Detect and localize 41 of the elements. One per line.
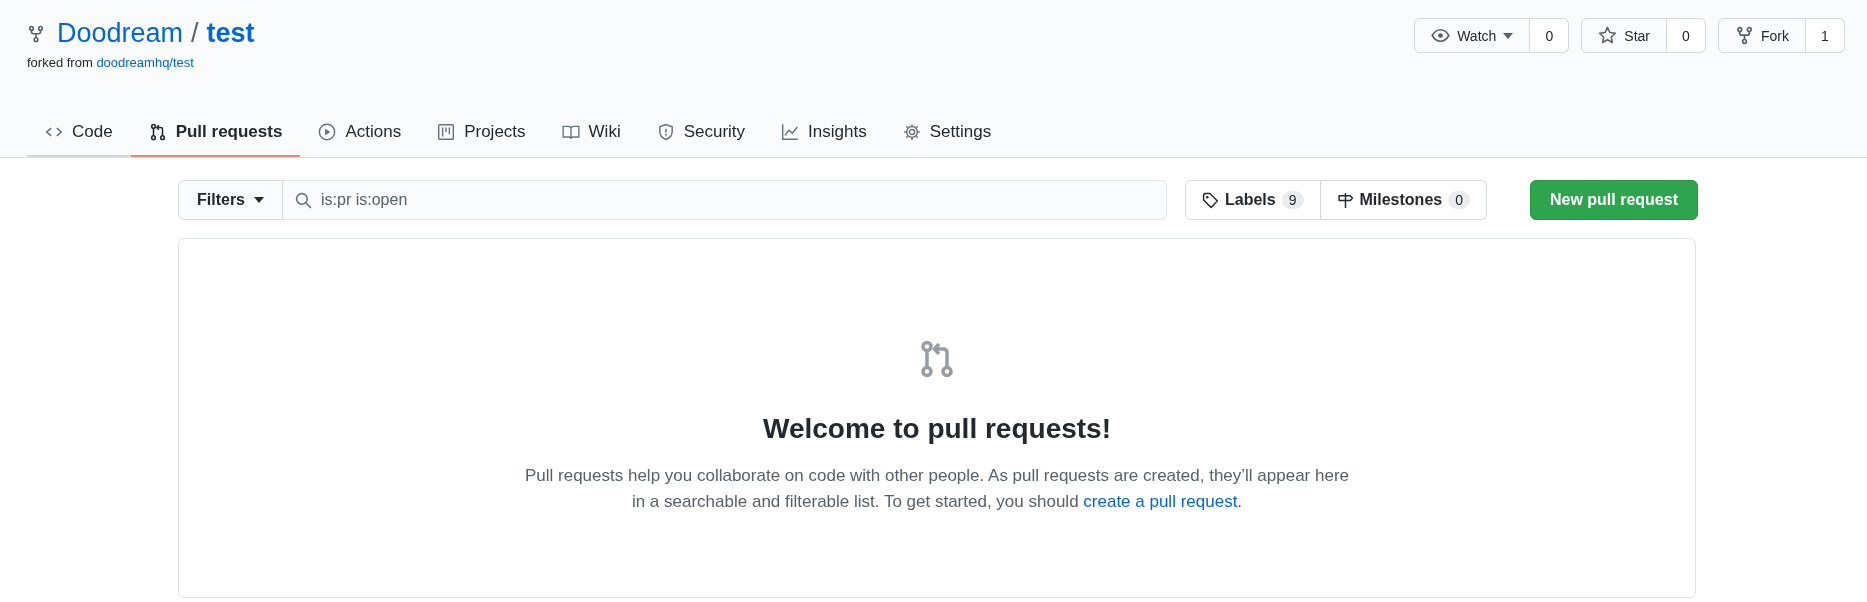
fork-button[interactable]: Fork bbox=[1718, 18, 1806, 53]
labels-button[interactable]: Labels 9 bbox=[1185, 180, 1321, 220]
caret-icon bbox=[254, 197, 264, 203]
filters-dropdown[interactable]: Filters bbox=[178, 180, 283, 220]
watch-count[interactable]: 0 bbox=[1530, 18, 1570, 53]
tab[interactable]: Actions bbox=[300, 108, 420, 157]
project-board-icon bbox=[437, 122, 456, 141]
fork-icon bbox=[1735, 26, 1754, 45]
tab[interactable]: Pull requests bbox=[130, 108, 301, 157]
tag-icon bbox=[1202, 191, 1219, 209]
graph-icon bbox=[781, 122, 800, 141]
tab[interactable]: Settings bbox=[884, 108, 1010, 157]
fork-count[interactable]: 1 bbox=[1806, 18, 1845, 53]
tab[interactable]: Security bbox=[638, 108, 764, 157]
star-count[interactable]: 0 bbox=[1667, 18, 1706, 53]
repo-owner-link[interactable]: Doodream bbox=[57, 18, 184, 49]
blankslate-description: Pull requests help you collaborate on code with other people. As pull requests are created, they’ll appear here in a searchable and filterable list. To get started, you should create a pull request. bbox=[523, 465, 1351, 513]
watch-button[interactable]: Watch bbox=[1414, 18, 1531, 53]
eye-icon bbox=[1431, 26, 1451, 45]
play-icon bbox=[318, 122, 337, 141]
blankslate-heading: Welcome to pull requests! bbox=[763, 413, 1111, 445]
path-separator: / bbox=[191, 18, 199, 49]
tab[interactable]: Code bbox=[27, 108, 131, 157]
gear-icon bbox=[902, 122, 921, 141]
signpost-icon bbox=[1336, 191, 1354, 209]
labels-count: 9 bbox=[1281, 191, 1304, 209]
shield-icon bbox=[656, 122, 675, 141]
star-icon bbox=[1598, 26, 1618, 45]
tab[interactable]: Insights bbox=[763, 108, 885, 157]
tab[interactable]: Wiki bbox=[543, 108, 639, 157]
tab[interactable]: Projects bbox=[419, 108, 544, 157]
create-pull-request-link[interactable]: create a pull request bbox=[1083, 491, 1238, 511]
forked-from-label: forked from bbox=[27, 55, 93, 70]
parent-repo-link[interactable]: doodreamhq/test bbox=[96, 55, 194, 70]
star-button[interactable]: Star bbox=[1581, 18, 1667, 53]
search-field[interactable]: is:pr is:open bbox=[283, 180, 1167, 220]
pull-request-icon bbox=[148, 122, 167, 141]
repo-name-link[interactable]: test bbox=[206, 18, 255, 49]
milestones-button[interactable]: Milestones 0 bbox=[1320, 180, 1487, 220]
milestones-count: 0 bbox=[1448, 191, 1470, 209]
fork-icon bbox=[27, 24, 45, 43]
